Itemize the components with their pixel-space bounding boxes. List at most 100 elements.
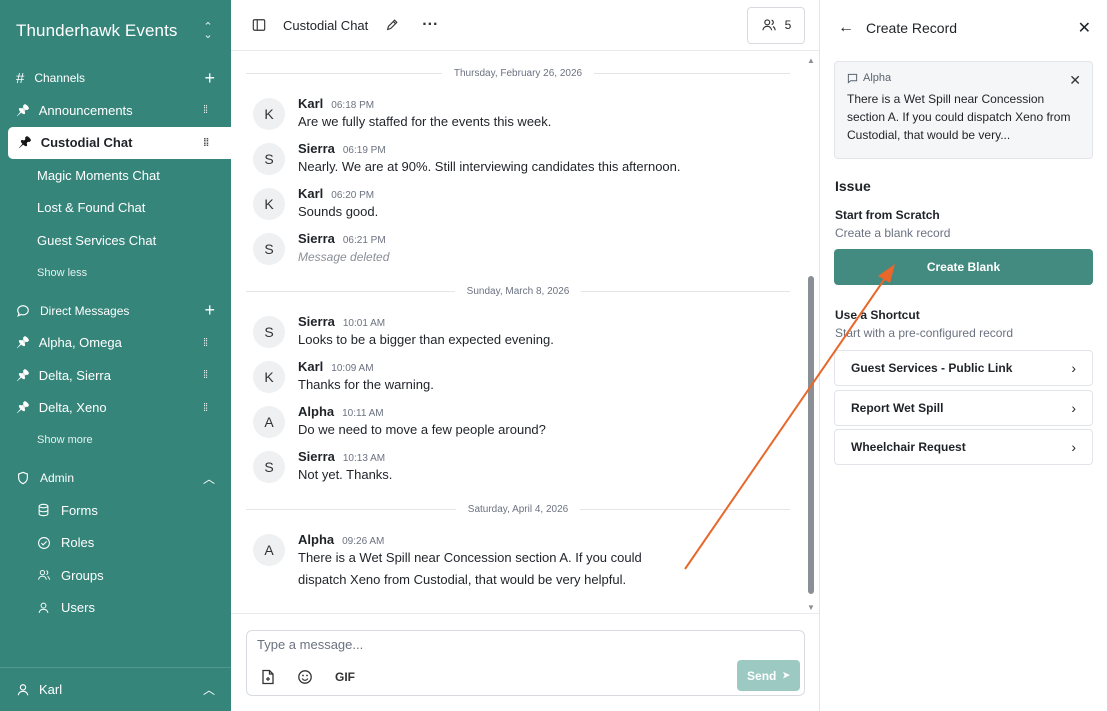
- sidebar-item-channel[interactable]: 📌 Custodial Chat ⁞⁞: [8, 126, 231, 159]
- send-label: Send: [747, 668, 777, 683]
- sidebar-item-admin[interactable]: Users: [0, 592, 231, 625]
- message-scrollbar[interactable]: ▲ ▼: [805, 56, 817, 612]
- avatar[interactable]: A: [253, 534, 285, 566]
- sidebar-item-label: Custodial Chat: [40, 135, 133, 151]
- message: A Alpha 09:26 AM There is a Wet Spill near …: [231, 530, 805, 591]
- user-name: Karl: [39, 682, 63, 697]
- composer-tools: GIF: [261, 669, 355, 685]
- message-author[interactable]: Sierra: [298, 314, 335, 329]
- admin-label: Admin: [40, 471, 75, 485]
- more-options-icon[interactable]: ···: [418, 13, 442, 37]
- shortcut-button[interactable]: Guest Services - Public Link ›: [834, 350, 1093, 386]
- close-icon[interactable]: ✕: [1078, 18, 1091, 38]
- message-author[interactable]: Karl: [298, 96, 323, 111]
- avatar[interactable]: K: [253, 98, 285, 130]
- gif-button[interactable]: GIF: [335, 670, 355, 684]
- message-author[interactable]: Karl: [298, 359, 323, 374]
- scroll-up-icon[interactable]: ▲: [807, 56, 815, 65]
- message-time: 06:19 PM: [342, 145, 386, 156]
- sidebar-item-label: Guest Services Chat: [37, 232, 157, 248]
- dm-header: Direct Messages +: [0, 295, 231, 327]
- chevron-up-icon: ︿: [202, 683, 215, 697]
- drag-handle-icon[interactable]: ⁞⁞: [203, 105, 215, 116]
- sidebar-item-admin[interactable]: Groups: [0, 559, 231, 592]
- avatar[interactable]: A: [253, 406, 285, 438]
- sidebar-item-dm[interactable]: 📌 Delta, Sierra ⁞⁞: [0, 359, 231, 392]
- sidebar-item-label: Announcements: [38, 102, 133, 118]
- sidebar-item-admin[interactable]: Forms: [0, 494, 231, 527]
- users-icon: [761, 19, 776, 31]
- drag-handle-icon[interactable]: ⁞⁞: [203, 137, 215, 148]
- drag-handle-icon[interactable]: ⁞⁞: [203, 337, 215, 348]
- workspace-name: Thunderhawk Events: [16, 21, 178, 40]
- avatar[interactable]: S: [253, 451, 285, 483]
- message-author[interactable]: Sierra: [298, 449, 335, 464]
- sidebar-item-channel[interactable]: Lost & Found Chat: [0, 192, 231, 225]
- message: S Sierra 06:21 PM Message deleted: [231, 229, 805, 268]
- avatar[interactable]: S: [253, 233, 285, 265]
- emoji-icon[interactable]: [297, 669, 313, 685]
- pencil-icon[interactable]: [380, 13, 404, 37]
- sidebar-item-dm[interactable]: 📌 Alpha, Omega ⁞⁞: [0, 327, 231, 360]
- message: A Alpha 10:11 AM Do we need to move a few p…: [231, 402, 805, 441]
- pin-icon: 📌: [16, 402, 30, 415]
- composer: GIF Send ➤: [246, 630, 805, 696]
- message-author[interactable]: Sierra: [298, 141, 335, 156]
- message-author[interactable]: Alpha: [298, 404, 334, 419]
- sidebar-item-label: Delta, Sierra: [38, 367, 111, 383]
- chat-topbar: Custodial Chat ··· 5: [231, 0, 819, 51]
- user-menu[interactable]: Karl ︿: [0, 667, 231, 711]
- admin-header[interactable]: Admin ︿: [0, 462, 231, 494]
- message-author[interactable]: Karl: [298, 186, 323, 201]
- attach-file-icon[interactable]: [261, 669, 275, 685]
- message-time: 06:20 PM: [331, 190, 375, 201]
- create-blank-button[interactable]: Create Blank: [834, 249, 1093, 285]
- sidebar-item-dm[interactable]: 📌 Delta, Xeno ⁞⁞: [0, 392, 231, 425]
- pin-icon: 📌: [18, 137, 32, 150]
- message-author[interactable]: Alpha: [298, 532, 334, 547]
- add-dm-icon[interactable]: +: [204, 300, 215, 321]
- remove-quote-icon[interactable]: ✕: [1069, 72, 1081, 89]
- drag-handle-icon[interactable]: ⁞⁞: [203, 370, 215, 381]
- sidebar-item-channel[interactable]: 📌 Announcements ⁞⁞: [0, 94, 231, 127]
- message-time: 09:26 AM: [342, 536, 385, 547]
- show-less-link[interactable]: Show less: [0, 257, 231, 289]
- scroll-down-icon[interactable]: ▼: [807, 603, 815, 612]
- back-arrow-icon[interactable]: ←: [838, 19, 854, 37]
- message-list: Thursday, February 26, 2026 K Karl 06:18 PM…: [231, 52, 805, 612]
- send-button[interactable]: Send ➤: [737, 660, 800, 691]
- members-button[interactable]: 5: [747, 6, 805, 44]
- chat-pane: Custodial Chat ··· 5 Thursday, February …: [231, 0, 820, 711]
- sidebar-item-channel[interactable]: Guest Services Chat: [0, 224, 231, 257]
- shortcut-button[interactable]: Wheelchair Request ›: [834, 429, 1093, 465]
- sidebar-item-admin[interactable]: Roles: [0, 527, 231, 560]
- send-icon: ➤: [782, 670, 790, 680]
- message-text: There is a Wet Spill near Concession sec…: [298, 550, 642, 587]
- scratch-title: Start from Scratch: [835, 208, 940, 222]
- sidebar-item-label: Groups: [61, 567, 104, 583]
- message-author[interactable]: Sierra: [298, 231, 335, 246]
- avatar[interactable]: K: [253, 188, 285, 220]
- user-icon: [37, 601, 51, 615]
- workspace-switcher[interactable]: Thunderhawk Events ⌃ ⌄: [0, 0, 231, 62]
- shield-icon: [18, 471, 28, 485]
- sidebar-item-channel[interactable]: Magic Moments Chat: [0, 159, 231, 192]
- message-input[interactable]: [257, 637, 757, 652]
- message: S Sierra 10:13 AM Not yet. Thanks.: [231, 447, 805, 486]
- add-channel-icon[interactable]: +: [204, 68, 215, 89]
- show-more-link[interactable]: Show more: [0, 424, 231, 456]
- shortcut-button[interactable]: Report Wet Spill ›: [834, 389, 1093, 426]
- message-time: 10:09 AM: [331, 363, 374, 374]
- message-time: 10:01 AM: [342, 318, 386, 329]
- date-separator: Thursday, February 26, 2026: [246, 62, 790, 84]
- date-separator: Sunday, March 8, 2026: [246, 280, 790, 302]
- sidebar-toggle-icon[interactable]: [247, 13, 271, 37]
- message-time: 10:11 AM: [342, 408, 384, 419]
- avatar[interactable]: K: [253, 361, 285, 393]
- hash-icon: #: [16, 69, 25, 87]
- scrollbar-thumb[interactable]: [808, 276, 814, 594]
- avatar[interactable]: S: [253, 143, 285, 175]
- drag-handle-icon[interactable]: ⁞⁞: [203, 402, 215, 413]
- sidebar-item-label: Lost & Found Chat: [37, 200, 146, 216]
- avatar[interactable]: S: [253, 316, 285, 348]
